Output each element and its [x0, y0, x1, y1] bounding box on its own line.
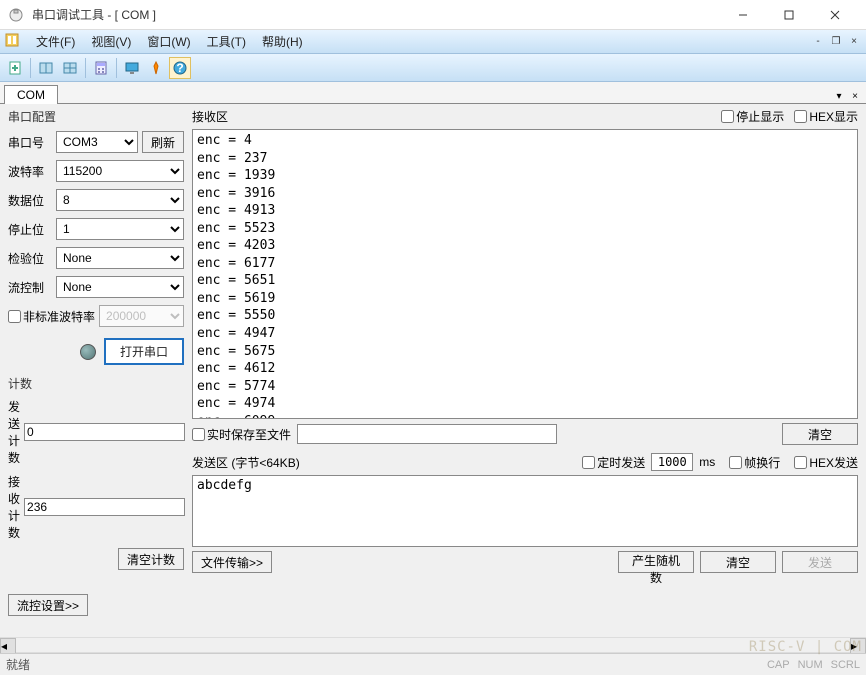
menu-file[interactable]: 文件(F) [28, 31, 83, 52]
frame-wrap-checkbox[interactable] [729, 456, 742, 469]
tx-textarea[interactable]: abcdefg [192, 475, 858, 547]
hex-display-label: HEX显示 [809, 108, 858, 125]
menu-tools[interactable]: 工具(T) [199, 31, 254, 52]
rx-clear-button[interactable]: 清空 [782, 423, 858, 445]
rx-count-label: 接收计数 [8, 473, 20, 541]
status-scrl: SCRL [831, 659, 860, 671]
open-port-button[interactable]: 打开串口 [104, 338, 184, 365]
toolbar-new-icon[interactable] [4, 57, 26, 79]
baud-label: 波特率 [8, 163, 52, 180]
flow-settings-button[interactable]: 流控设置>> [8, 594, 88, 616]
toolbar-layout1-icon[interactable] [35, 57, 57, 79]
port-select[interactable]: COM3 [56, 131, 138, 153]
config-group-title: 串口配置 [8, 108, 184, 125]
flowctrl-label: 流控制 [8, 279, 52, 296]
clear-count-button[interactable]: 清空计数 [118, 548, 184, 570]
toolbar-monitor-icon[interactable] [121, 57, 143, 79]
horizontal-scrollbar[interactable]: ◂ ▸ [0, 637, 866, 653]
hex-display-checkbox[interactable] [794, 110, 807, 123]
frame-wrap-label: 帧换行 [744, 454, 780, 471]
tab-close-icon[interactable]: × [848, 89, 862, 103]
status-cap: CAP [767, 659, 790, 671]
databits-label: 数据位 [8, 192, 52, 209]
tx-count-field[interactable] [24, 423, 185, 441]
stopbits-label: 停止位 [8, 221, 52, 238]
flowctrl-select[interactable]: None [56, 276, 184, 298]
title-bar: 串口调试工具 - [ COM ] [0, 0, 866, 30]
toolbar: ? [0, 54, 866, 82]
app-menu-icon[interactable] [4, 32, 24, 52]
left-panel: 串口配置 串口号 COM3 刷新 波特率 115200 数据位 8 停止位 1 … [8, 108, 184, 643]
mdi-close-button[interactable]: × [846, 35, 862, 49]
send-button[interactable]: 发送 [782, 551, 858, 573]
tx-title: 发送区 (字节<64KB) [192, 454, 300, 471]
timed-send-label: 定时发送 [597, 454, 645, 471]
toolbar-calc-icon[interactable] [90, 57, 112, 79]
mdi-restore-button[interactable]: ❐ [828, 35, 844, 49]
toolbar-pin-icon[interactable] [145, 57, 167, 79]
mdi-minimize-button[interactable]: - [810, 35, 826, 49]
stop-display-checkbox[interactable] [721, 110, 734, 123]
parity-select[interactable]: None [56, 247, 184, 269]
nonstd-baud-select: 200000 [99, 305, 184, 327]
scroll-left-icon[interactable]: ◂ [0, 638, 16, 654]
port-label: 串口号 [8, 134, 52, 151]
counter-group-title: 计数 [8, 375, 184, 392]
save-to-file-label: 实时保存至文件 [207, 426, 291, 443]
tx-clear-button[interactable]: 清空 [700, 551, 776, 573]
menu-help[interactable]: 帮助(H) [254, 31, 311, 52]
timed-send-checkbox[interactable] [582, 456, 595, 469]
databits-select[interactable]: 8 [56, 189, 184, 211]
menu-window[interactable]: 窗口(W) [139, 31, 198, 52]
stopbits-select[interactable]: 1 [56, 218, 184, 240]
toolbar-layout2-icon[interactable] [59, 57, 81, 79]
tab-com[interactable]: COM [4, 85, 58, 104]
tab-strip: COM ▾ × [0, 82, 866, 104]
timed-unit-label: ms [699, 455, 715, 469]
hex-send-checkbox[interactable] [794, 456, 807, 469]
status-num: NUM [798, 659, 823, 671]
svg-text:?: ? [176, 61, 183, 75]
nonstd-baud-checkbox[interactable] [8, 310, 21, 323]
status-bar: 就绪 CAP NUM SCRL [0, 653, 866, 675]
hex-send-label: HEX发送 [809, 454, 858, 471]
file-transfer-button[interactable]: 文件传输>> [192, 551, 272, 573]
toolbar-help-icon[interactable]: ? [169, 57, 191, 79]
main-content: 串口配置 串口号 COM3 刷新 波特率 115200 数据位 8 停止位 1 … [4, 104, 862, 647]
minimize-button[interactable] [720, 0, 766, 30]
app-icon [8, 7, 24, 23]
right-panel: 接收区 停止显示 HEX显示 enc = 4 enc = 237 enc = 1… [192, 108, 858, 643]
rx-title: 接收区 [192, 108, 228, 125]
save-to-file-checkbox[interactable] [192, 428, 205, 441]
status-ready: 就绪 [6, 656, 30, 673]
save-path-field[interactable] [297, 424, 557, 444]
scroll-right-icon[interactable]: ▸ [850, 638, 866, 654]
maximize-button[interactable] [766, 0, 812, 30]
stop-display-label: 停止显示 [736, 108, 784, 125]
refresh-button[interactable]: 刷新 [142, 131, 184, 153]
baud-select[interactable]: 115200 [56, 160, 184, 182]
tab-dropdown-icon[interactable]: ▾ [832, 89, 846, 103]
nonstd-baud-label: 非标准波特率 [23, 308, 95, 325]
menu-view[interactable]: 视图(V) [83, 31, 139, 52]
random-button[interactable]: 产生随机数 [618, 551, 694, 573]
port-status-led [80, 344, 96, 360]
rx-count-field[interactable] [24, 498, 185, 516]
close-button[interactable] [812, 0, 858, 30]
parity-label: 检验位 [8, 250, 52, 267]
menu-bar: 文件(F) 视图(V) 窗口(W) 工具(T) 帮助(H) - ❐ × [0, 30, 866, 54]
tx-count-label: 发送计数 [8, 398, 20, 466]
timed-interval-field[interactable] [651, 453, 693, 471]
rx-textarea[interactable]: enc = 4 enc = 237 enc = 1939 enc = 3916 … [192, 129, 858, 419]
window-title: 串口调试工具 - [ COM ] [32, 6, 720, 23]
